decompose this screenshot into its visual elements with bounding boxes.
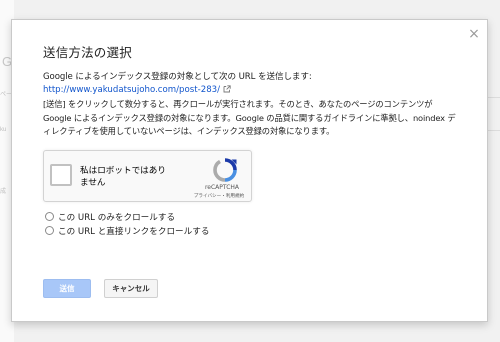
resubmit-explanation: [送信] をクリックして数分すると、再クロールが実行されます。そのとき、あなたの… [43,99,456,137]
background-text-fragment: ku [0,127,7,133]
background-text-fragment: 成 [0,189,7,195]
radio-button[interactable] [45,226,54,235]
recaptcha-logo-icon [212,157,238,183]
external-link-icon[interactable] [223,85,231,93]
background-divider [488,97,500,98]
recaptcha-brand: reCAPTCHA [204,184,240,191]
submit-method-dialog: × 送信方法の選択 Google によるインデックス登録の対象として次の URL… [11,19,488,322]
option-url-only[interactable]: この URL のみをクロールする [45,212,175,224]
option-url-and-links[interactable]: この URL と直接リンクをクロールする [45,226,209,238]
recaptcha-widget: 私はロボットではありません reCAPTCHA プライバシー・利用規約 [43,150,252,202]
submitted-url-link[interactable]: http://www.yakudatsujoho.com/post-283/ [43,85,220,95]
recaptcha-label: 私はロボットではありません [80,166,166,188]
close-icon[interactable]: × [467,27,481,41]
background-divider [488,130,500,131]
cancel-button[interactable]: キャンセル [104,279,158,298]
radio-button[interactable] [45,212,54,221]
option-label: この URL のみをクロールする [58,213,176,223]
dialog-description: Google によるインデックス登録の対象として次の URL を送信します: [43,72,312,82]
dialog-title: 送信方法の選択 [43,45,132,60]
option-label: この URL と直接リンクをクロールする [58,227,210,237]
submitted-url-row: http://www.yakudatsujoho.com/post-283/ [43,84,231,96]
recaptcha-terms-link[interactable]: プライバシー・利用規約 [186,193,252,199]
send-button[interactable]: 送信 [43,279,91,298]
recaptcha-checkbox[interactable] [50,164,72,186]
